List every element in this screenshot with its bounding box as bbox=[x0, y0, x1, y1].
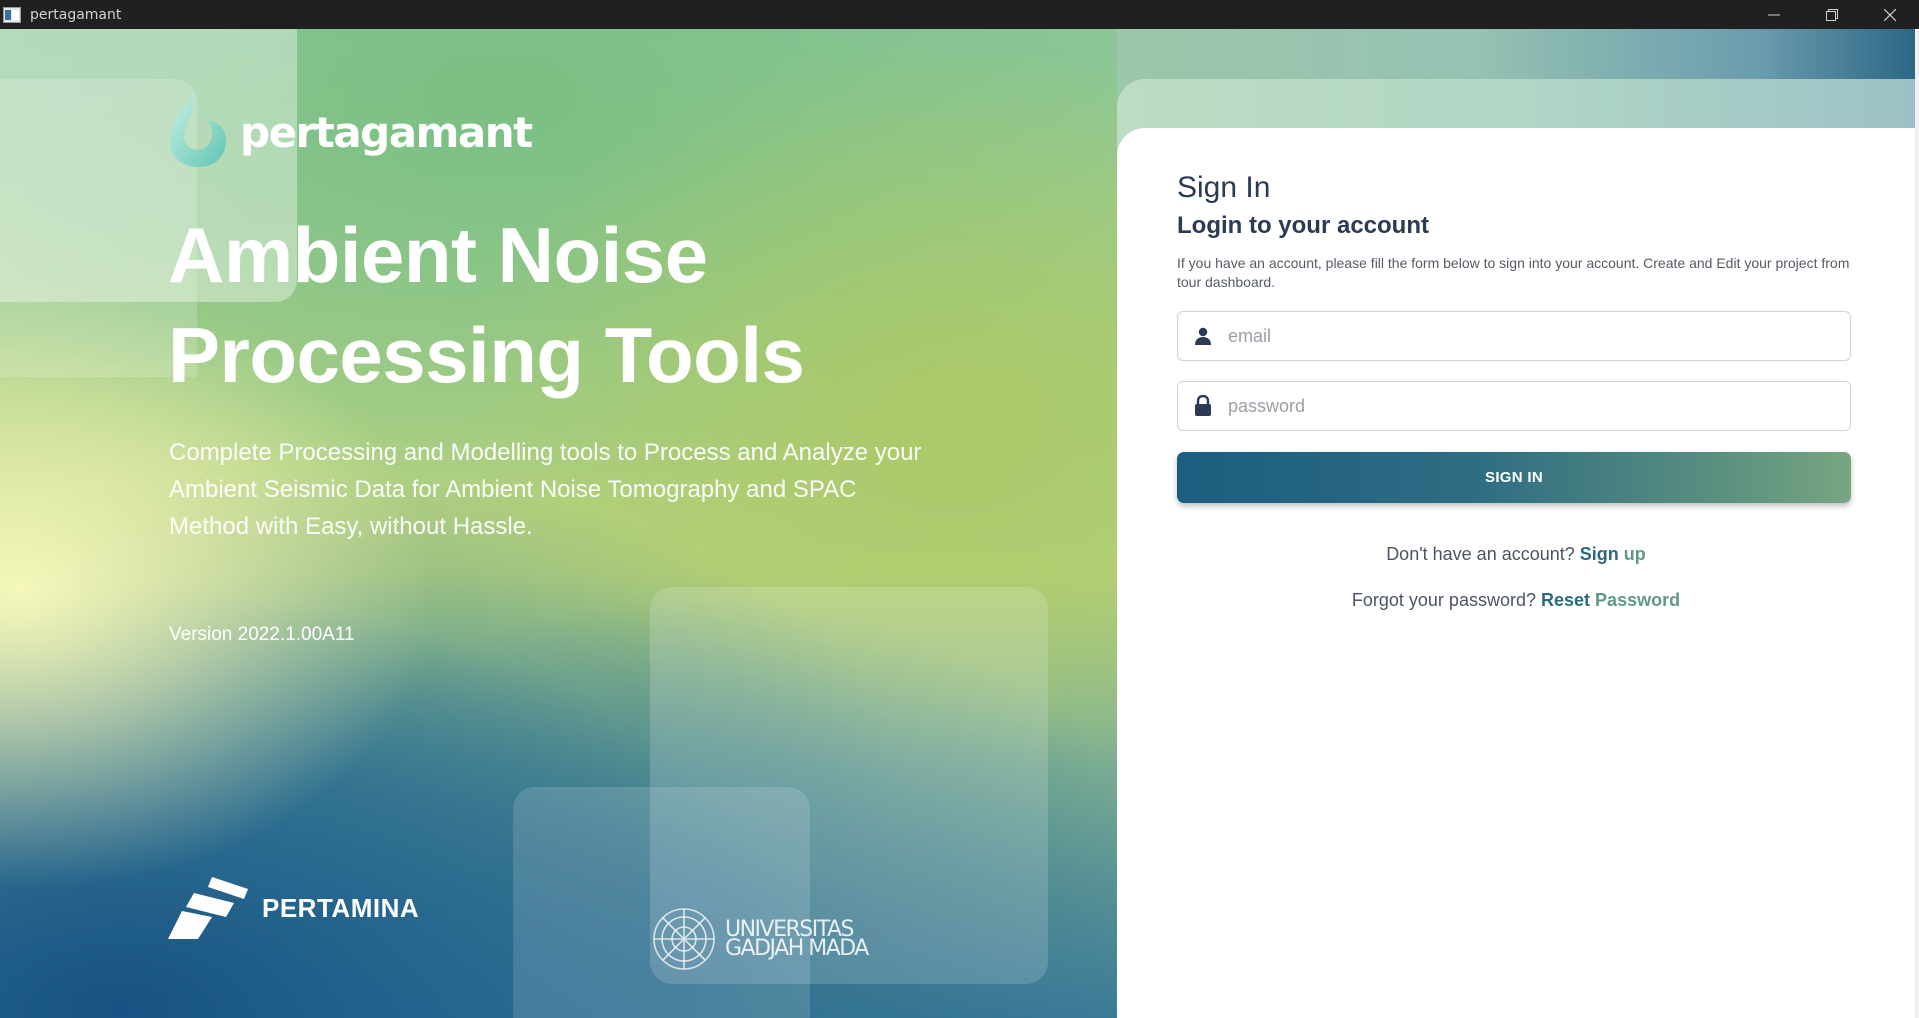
hero-headline: Ambient Noise Processing Tools bbox=[168, 205, 1068, 405]
email-input[interactable] bbox=[1228, 325, 1828, 347]
restore-button[interactable] bbox=[1803, 0, 1861, 29]
user-icon bbox=[1178, 327, 1228, 345]
password-field[interactable] bbox=[1177, 381, 1851, 431]
signup-link-part: up bbox=[1623, 544, 1646, 564]
ugm-logo: UNIVERSITAS GADJAH MADA bbox=[651, 905, 869, 973]
reset-prompt: Forgot your password? bbox=[1351, 590, 1536, 610]
hero-description-line: Ambient Seismic Data for Ambient Noise T… bbox=[169, 476, 857, 503]
pertamina-text: PERTAMINA bbox=[262, 892, 420, 923]
signin-button[interactable]: SIGN IN bbox=[1177, 452, 1851, 503]
email-field[interactable] bbox=[1177, 311, 1851, 361]
signin-description: If you have an account, please fill the … bbox=[1177, 255, 1850, 290]
hero-headline-line: Processing Tools bbox=[168, 311, 805, 399]
pertamina-logo: PERTAMINA bbox=[168, 877, 419, 939]
reset-password-link[interactable]: Reset Password bbox=[1541, 590, 1680, 610]
app-logo: pertagamant bbox=[168, 89, 533, 169]
login-subtitle: Login to your account bbox=[1177, 212, 1429, 239]
signup-link-part: Sign bbox=[1579, 544, 1619, 564]
signup-line: Don't have an account? Sign up bbox=[1117, 544, 1915, 565]
decor-glass bbox=[513, 787, 810, 1018]
ugm-seal-icon bbox=[653, 908, 715, 970]
app-window-icon bbox=[3, 6, 21, 23]
close-icon bbox=[1884, 8, 1896, 21]
hero-description-line: Complete Processing and Modelling tools … bbox=[169, 439, 922, 466]
ugm-text-line: GADJAH MADA bbox=[725, 936, 869, 961]
hero-headline-line: Ambient Noise bbox=[168, 211, 708, 299]
close-button[interactable] bbox=[1861, 0, 1919, 29]
reset-link-part: Reset bbox=[1541, 590, 1591, 610]
signin-card: Sign In Login to your account If you hav… bbox=[1117, 128, 1915, 1018]
hero-description-line: Method with Easy, without Hassle. bbox=[169, 513, 533, 540]
lock-icon bbox=[1178, 395, 1228, 417]
window-titlebar[interactable]: pertagamant bbox=[0, 0, 1919, 29]
ugm-text: UNIVERSITAS GADJAH MADA bbox=[725, 919, 869, 961]
hero-panel: pertagamant Ambient Noise Processing Too… bbox=[0, 29, 1117, 1018]
droplet-logo-icon bbox=[170, 91, 226, 167]
app-logo-text: pertagamant bbox=[240, 107, 533, 157]
signup-prompt: Don't have an account? bbox=[1386, 544, 1575, 564]
window-title: pertagamant bbox=[30, 6, 122, 23]
version-label: Version 2022.1.00A11 bbox=[169, 624, 355, 645]
signin-panel: Sign In Login to your account If you hav… bbox=[1117, 29, 1919, 1018]
minimize-icon bbox=[1768, 14, 1780, 15]
hero-description: Complete Processing and Modelling tools … bbox=[169, 434, 979, 545]
reset-link-part: Password bbox=[1595, 590, 1681, 610]
pertamina-mark-icon bbox=[168, 877, 248, 939]
signup-link[interactable]: Sign up bbox=[1580, 544, 1646, 564]
minimize-button[interactable] bbox=[1745, 0, 1803, 29]
panel-edge bbox=[1915, 29, 1919, 1018]
password-input[interactable] bbox=[1228, 395, 1828, 417]
signin-title: Sign In bbox=[1177, 171, 1271, 204]
restore-icon bbox=[1826, 8, 1838, 21]
reset-line: Forgot your password? Reset Password bbox=[1117, 590, 1915, 611]
